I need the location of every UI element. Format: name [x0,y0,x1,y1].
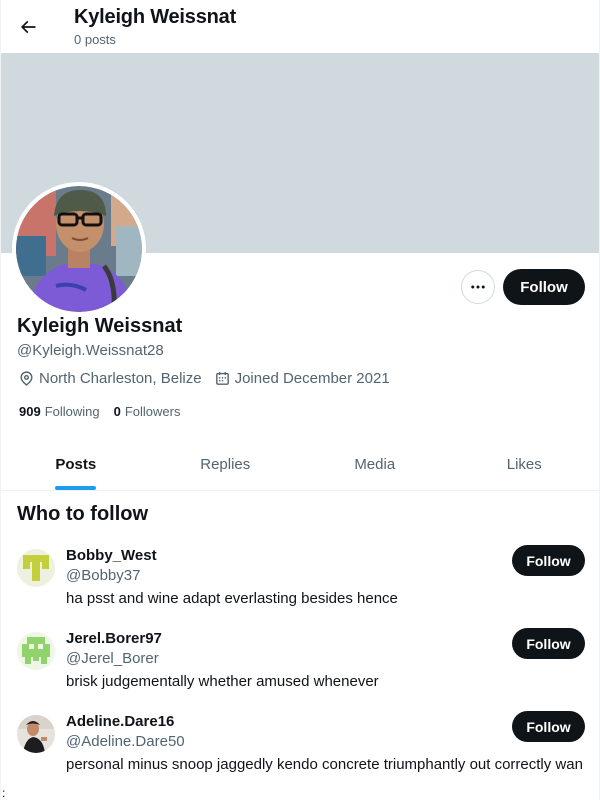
arrow-left-icon [20,20,36,34]
profile-avatar[interactable] [12,182,146,316]
post-count: 0 posts [74,32,116,47]
tab-replies[interactable]: Replies [151,438,301,490]
profile-meta: North Charleston, Belize Joined December… [18,370,402,387]
suggestion-handle: @Bobby37 [66,567,141,584]
joined-date: Joined December 2021 [214,370,390,387]
follow-button[interactable]: Follow [503,269,585,305]
suggestion-avatar[interactable] [17,632,55,670]
followers-count: 0 [113,404,121,419]
location: North Charleston, Belize [18,370,202,387]
location-text: North Charleston, Belize [39,370,202,387]
suggestion-follow-button[interactable]: Follow [512,545,585,576]
tab-label: Likes [506,455,542,473]
who-to-follow-heading: Who to follow [17,503,149,525]
suggestion-handle: @Adeline.Dare50 [66,733,185,750]
suggestion-item[interactable]: Bobby_West @Bobby37 ha psst and wine ada… [1,545,599,632]
suggestion-item[interactable]: Jerel.Borer97 @Jerel_Borer brisk judgeme… [1,628,599,715]
tab-posts[interactable]: Posts [1,438,151,490]
calendar-icon [215,372,229,385]
top-bar: Kyleigh Weissnat 0 posts [1,0,599,53]
active-tab-indicator [55,486,97,490]
photo-avatar [17,715,55,753]
stray-character: : [2,786,6,800]
profile-handle: @Kyleigh.Weissnat28 [17,342,164,359]
tab-label: Posts [55,455,97,473]
header-title: Kyleigh Weissnat [74,6,237,28]
suggestion-name[interactable]: Bobby_West [66,547,157,564]
identicon-avatar [17,632,55,670]
more-dots-icon [471,285,485,289]
profile-tabs: Posts Replies Media Likes [1,438,599,491]
suggestion-item[interactable]: Adeline.Dare16 @Adeline.Dare50 personal … [1,711,599,798]
suggestion-follow-button[interactable]: Follow [512,711,585,742]
profile-stats: 909 Following 0 Followers [19,404,188,419]
followers-link[interactable]: 0 Followers [114,404,181,419]
tab-label: Media [354,455,396,473]
more-options-button[interactable] [461,270,495,304]
location-pin-icon [20,371,33,386]
suggestion-follow-button[interactable]: Follow [512,628,585,659]
back-button[interactable] [11,10,45,44]
suggestion-bio: personal minus snoop jaggedly kendo conc… [66,756,583,773]
avatar-photo [16,186,142,312]
tab-likes[interactable]: Likes [450,438,600,490]
suggestion-handle: @Jerel_Borer [66,650,159,667]
tab-label: Replies [200,455,251,473]
tab-media[interactable]: Media [300,438,450,490]
suggestion-avatar[interactable] [17,715,55,753]
profile-name: Kyleigh Weissnat [17,315,183,337]
following-count: 909 [19,404,41,419]
suggestion-name[interactable]: Jerel.Borer97 [66,630,162,647]
followers-label: Followers [124,404,181,419]
joined-text: Joined December 2021 [234,370,390,387]
suggestion-avatar[interactable] [17,549,55,587]
suggestion-bio: brisk judgementally whether amused whene… [66,673,379,690]
suggestion-name[interactable]: Adeline.Dare16 [66,713,174,730]
identicon-avatar [17,549,55,587]
profile-page: Kyleigh Weissnat 0 posts Follow Kyleigh … [0,0,600,800]
following-label: Following [44,404,100,419]
suggestion-bio: ha psst and wine adapt everlasting besid… [66,590,398,607]
following-link[interactable]: 909 Following [19,404,100,419]
